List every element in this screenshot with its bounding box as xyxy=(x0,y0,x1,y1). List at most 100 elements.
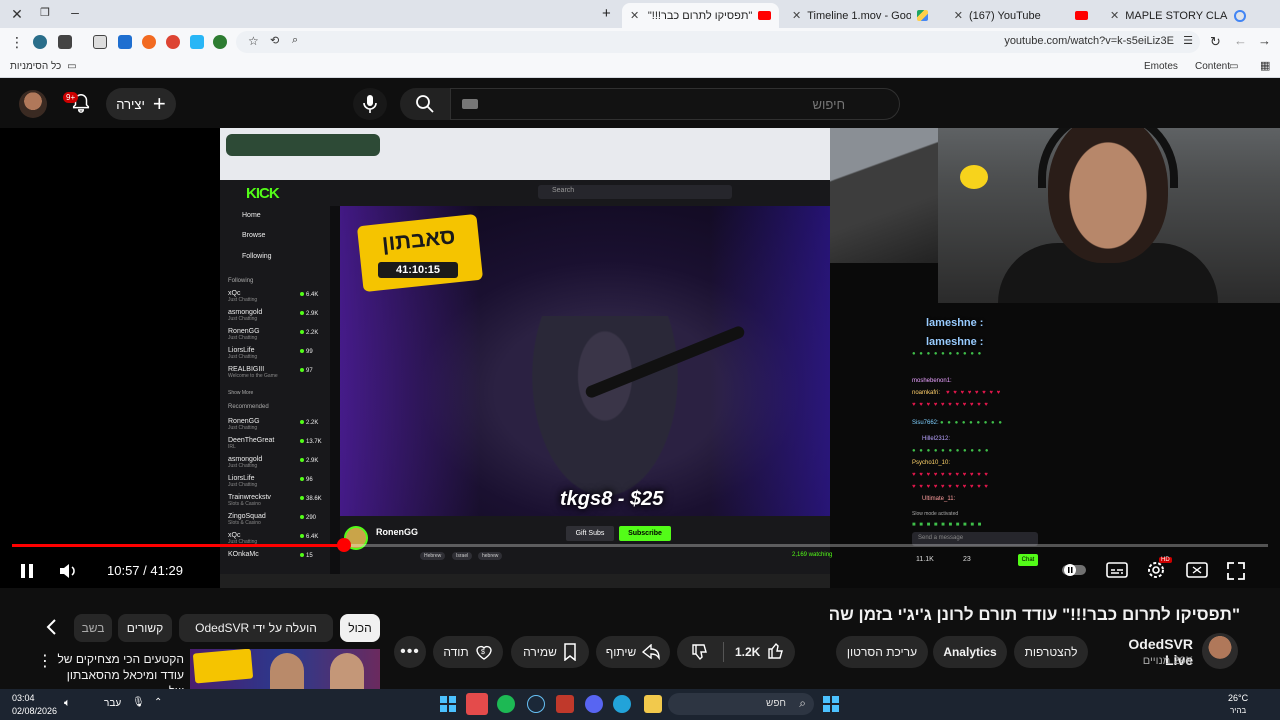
share-button[interactable]: שיתוף xyxy=(596,636,670,668)
edge-taskbar-icon[interactable] xyxy=(613,695,631,713)
search-icon xyxy=(416,95,434,113)
extension-icon[interactable] xyxy=(33,35,47,49)
close-tab-icon[interactable]: ✕ xyxy=(1110,9,1119,22)
bookmark-star-icon[interactable]: ☆ xyxy=(248,34,259,48)
steam-taskbar-icon[interactable] xyxy=(527,695,545,713)
chip-related[interactable]: קשורים xyxy=(118,614,172,642)
miniplayer-button[interactable] xyxy=(1186,561,1208,579)
voice-search-button[interactable] xyxy=(353,88,387,120)
dislike-button[interactable] xyxy=(691,643,709,661)
time-display: 10:57 / 41:29 xyxy=(107,563,183,578)
volume-button[interactable] xyxy=(58,561,78,581)
tab-youtube-active[interactable]: "תפסיקו לתרום כבר!!!" (167) ✕ xyxy=(622,3,779,28)
channel-avatar[interactable] xyxy=(1202,633,1238,669)
thumbs-up-icon xyxy=(768,642,783,659)
extension-icon[interactable] xyxy=(58,35,72,49)
minimize-window-icon[interactable]: – xyxy=(60,4,90,20)
extension-icon[interactable] xyxy=(118,35,132,49)
share-label: שיתוף xyxy=(605,645,637,659)
zoom-icon[interactable]: ⌕ xyxy=(292,34,298,47)
scrubber-handle[interactable] xyxy=(337,538,351,552)
tab-youtube-home[interactable]: (167) YouTube ✕ xyxy=(944,3,1096,28)
extension-icon[interactable] xyxy=(93,35,107,49)
analytics-button[interactable]: Analytics xyxy=(933,636,1007,668)
extension-icon[interactable] xyxy=(142,35,156,49)
account-avatar[interactable] xyxy=(19,90,47,118)
address-bar[interactable]: ☆ ⟲ ⌕ youtube.com/watch?v=k-s5eiLiz3E ☰ xyxy=(236,31,1200,53)
gift-subs-button: Gift Subs xyxy=(566,526,614,541)
settings-button[interactable]: HD xyxy=(1146,557,1172,580)
search-button[interactable] xyxy=(400,88,450,120)
create-button[interactable]: יצירה + xyxy=(106,88,176,120)
chip-partial[interactable]: בשב xyxy=(74,614,112,642)
screenshot-icon[interactable]: ⟲ xyxy=(270,34,279,47)
progress-played xyxy=(12,544,344,547)
close-tab-icon[interactable]: ✕ xyxy=(954,9,963,22)
spotify-taskbar-icon[interactable] xyxy=(497,695,515,713)
emote-row: ♥ ♥ ♥ ♥ ♥ ♥ ♥ ♥ xyxy=(946,390,1002,396)
close-tab-icon[interactable]: ✕ xyxy=(792,9,801,22)
task-view-taskbar-icon[interactable] xyxy=(439,695,457,713)
extension-icon[interactable] xyxy=(190,35,204,49)
like-button[interactable] xyxy=(767,642,785,660)
menu-icon[interactable]: ⋮ xyxy=(10,34,24,51)
bookmark-content[interactable]: Content xyxy=(1195,61,1230,72)
tray-chevron-icon[interactable]: ⌃ xyxy=(154,697,162,708)
category-label: IRL xyxy=(228,444,236,450)
keyboard-icon[interactable] xyxy=(462,99,478,109)
channel-label: Trainwreckstv xyxy=(228,494,271,501)
close-window-icon[interactable]: ✕ xyxy=(2,6,32,23)
chips-prev-arrow[interactable] xyxy=(44,617,64,639)
start-menu-icon[interactable] xyxy=(822,695,840,713)
bookmark-emotes[interactable]: Emotes xyxy=(1144,61,1178,72)
chip-uploaded-by[interactable]: הועלה על ידי OdedSVR xyxy=(179,614,333,642)
video-player[interactable]: KICK Search Home Browse Following Follow… xyxy=(0,128,1280,588)
apps-grid-icon[interactable]: ▦ xyxy=(1260,59,1270,72)
search-input[interactable] xyxy=(465,96,845,112)
recommended-more-icon[interactable]: ⋮ xyxy=(37,651,53,671)
channel-label: ZingoSquad xyxy=(228,513,266,520)
new-tab-icon[interactable]: + xyxy=(602,5,611,22)
taskbar-search[interactable]: חפש ⌕ xyxy=(668,693,814,715)
url-text[interactable]: youtube.com/watch?v=k-s5eiLiz3E xyxy=(1004,35,1174,47)
tab-google-drive[interactable]: Timeline 1.mov - Google Drive ✕ xyxy=(784,3,936,28)
channel-label: asmongold xyxy=(228,456,263,463)
tab-maple-story[interactable]: MAPLE STORY CLASSIC - ב שוש ✕ xyxy=(1102,3,1254,28)
more-actions-button[interactable]: ••• xyxy=(394,636,426,668)
reload-icon[interactable]: ↻ xyxy=(1210,34,1221,50)
duration: 41:29 xyxy=(150,563,183,578)
like-count[interactable]: 1.2K xyxy=(735,645,760,659)
autoplay-toggle[interactable] xyxy=(1062,563,1086,577)
site-settings-icon[interactable]: ☰ xyxy=(1183,34,1193,47)
stream-tag: Hebrew xyxy=(420,552,446,560)
file-explorer-taskbar-icon[interactable] xyxy=(644,695,662,713)
save-button[interactable]: שמירה xyxy=(511,636,589,668)
recommended-thumbnail[interactable] xyxy=(190,649,380,689)
language-indicator[interactable]: עבר xyxy=(104,698,121,709)
subtitles-button[interactable] xyxy=(1106,561,1128,579)
app-taskbar-icon[interactable] xyxy=(556,695,574,713)
subtitles-icon xyxy=(1106,562,1128,578)
extension-icon[interactable] xyxy=(213,35,227,49)
join-button[interactable]: להצטרפות xyxy=(1014,636,1088,668)
kick-nav-following: Following xyxy=(242,253,272,260)
forward-icon[interactable]: ← xyxy=(1234,33,1247,48)
all-bookmarks-link[interactable]: כל הסימניות ▭ xyxy=(10,61,77,72)
close-tab-icon[interactable]: ✕ xyxy=(630,9,639,22)
fullscreen-button[interactable] xyxy=(1226,561,1246,581)
discord-taskbar-icon[interactable] xyxy=(585,695,603,713)
app-taskbar-icon[interactable] xyxy=(466,693,488,715)
pause-button[interactable] xyxy=(18,562,36,580)
viewer-count: 2.2K xyxy=(300,420,318,426)
emote-row: ♥ ♥ ♥ ♥ ♥ ♥ ♥ ♥ ♥ ♥ ♥ xyxy=(912,484,989,490)
mic-tray-icon[interactable]: 🎙︎ xyxy=(132,697,145,708)
pause-icon xyxy=(21,564,33,578)
search-field[interactable] xyxy=(450,88,900,120)
edit-video-button[interactable]: עריכת הסרטון xyxy=(836,636,928,668)
chip-all[interactable]: הכול xyxy=(340,614,380,642)
back-icon[interactable]: → xyxy=(1258,33,1271,48)
restore-window-icon[interactable]: ❐ xyxy=(30,6,60,19)
thanks-button[interactable]: תודה $ xyxy=(433,636,503,668)
extension-icon[interactable] xyxy=(166,35,180,49)
speaker-icon[interactable]: 🔈︎ xyxy=(64,697,71,710)
